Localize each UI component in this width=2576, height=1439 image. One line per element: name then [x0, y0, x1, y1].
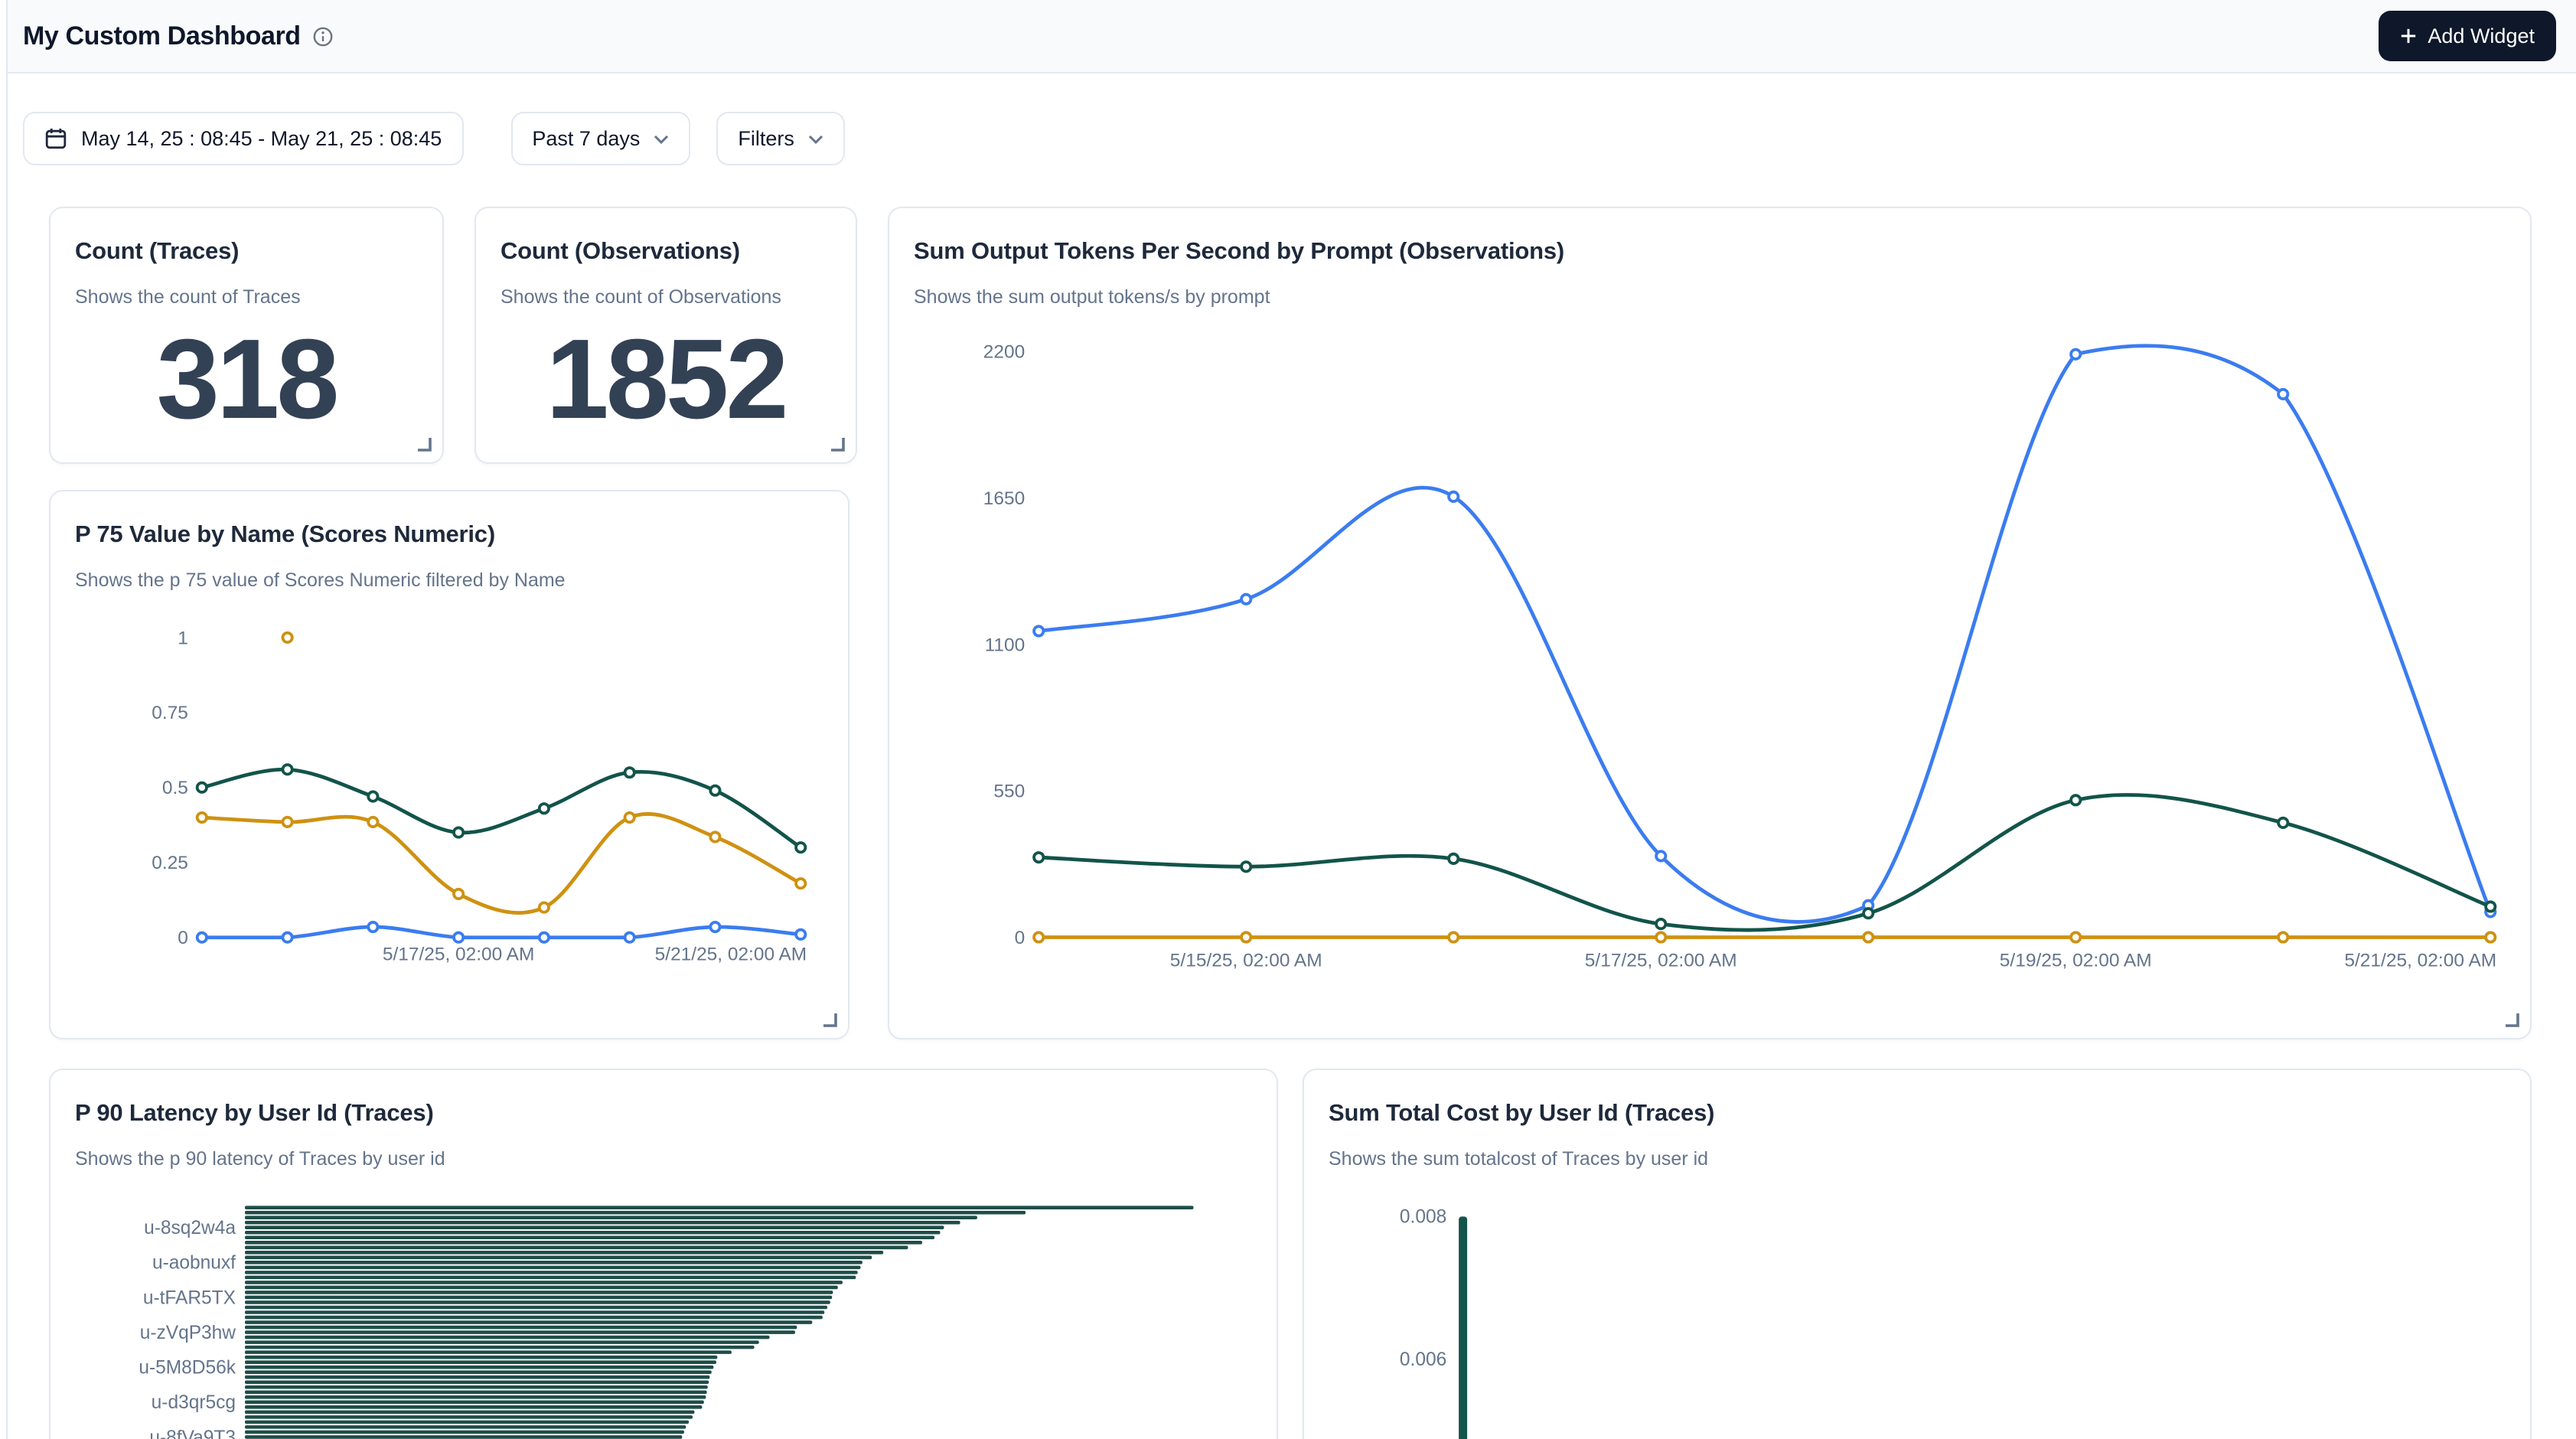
date-range-picker[interactable]: May 14, 25 : 08:45 - May 21, 25 : 08:45	[23, 112, 463, 165]
resize-handle-icon[interactable]	[822, 1012, 837, 1027]
svg-text:0.006: 0.006	[1400, 1349, 1446, 1370]
metric-value: 1852	[476, 321, 856, 438]
sidebar-edge-divider	[6, 0, 8, 1439]
widget-subtitle: Shows the p 75 value of Scores Numeric f…	[75, 569, 823, 591]
chevron-down-icon	[654, 134, 669, 143]
date-range-value: May 14, 25 : 08:45 - May 21, 25 : 08:45	[81, 127, 442, 150]
svg-text:5/21/25, 02:00 AM: 5/21/25, 02:00 AM	[655, 945, 807, 965]
widget-title: P 90 Latency by User Id (Traces)	[75, 1101, 1252, 1128]
svg-text:u-d3qr5cg: u-d3qr5cg	[152, 1392, 236, 1413]
resize-handle-icon[interactable]	[830, 436, 845, 452]
widget-subtitle: Shows the sum output tokens/s by prompt	[914, 286, 2506, 308]
dashboard-page: My Custom Dashboard Add Widget May 14, 2…	[0, 0, 2576, 1439]
widget-tokens-per-second-chart: Sum Output Tokens Per Second by Prompt (…	[888, 207, 2532, 1039]
resize-handle-icon[interactable]	[2504, 1012, 2519, 1027]
widget-title: Count (Traces)	[75, 239, 418, 266]
widget-subtitle: Shows the count of Traces	[75, 286, 418, 308]
widget-subtitle: Shows the p 90 latency of Traces by user…	[75, 1148, 1252, 1170]
svg-text:u-aobnuxf: u-aobnuxf	[152, 1253, 236, 1274]
add-widget-label: Add Widget	[2428, 24, 2535, 47]
filters-dropdown[interactable]: Filters	[716, 112, 845, 165]
date-preset-value: Past 7 days	[532, 127, 640, 150]
widget-title: Count (Observations)	[501, 239, 831, 266]
filters-label: Filters	[738, 127, 794, 150]
svg-text:u-tFAR5TX: u-tFAR5TX	[143, 1287, 236, 1308]
page-header: My Custom Dashboard Add Widget	[8, 0, 2576, 73]
svg-text:1: 1	[178, 628, 188, 648]
svg-text:5/15/25, 02:00 AM: 5/15/25, 02:00 AM	[1170, 950, 1322, 971]
svg-text:u-5M8D56k: u-5M8D56k	[139, 1358, 236, 1379]
resize-handle-icon[interactable]	[416, 436, 432, 452]
widget-subtitle: Shows the sum totalcost of Traces by use…	[1329, 1148, 2506, 1170]
svg-text:u-zVqP3hw: u-zVqP3hw	[140, 1323, 236, 1343]
plus-icon	[2400, 28, 2417, 44]
svg-text:550: 550	[993, 781, 1025, 802]
svg-text:2200: 2200	[983, 342, 1026, 363]
filters-toolbar: May 14, 25 : 08:45 - May 21, 25 : 08:45 …	[23, 112, 845, 165]
svg-text:1650: 1650	[983, 488, 1026, 509]
calendar-icon	[44, 127, 67, 150]
metric-value: 318	[51, 321, 442, 438]
widget-p90-latency-chart: P 90 Latency by User Id (Traces) Shows t…	[49, 1069, 1278, 1439]
chevron-down-icon	[808, 134, 823, 143]
widget-p75-value-chart: P 75 Value by Name (Scores Numeric) Show…	[49, 490, 849, 1039]
svg-text:0: 0	[178, 928, 188, 948]
svg-text:5/21/25, 02:00 AM: 5/21/25, 02:00 AM	[2344, 950, 2496, 971]
widget-total-cost-chart: Sum Total Cost by User Id (Traces) Shows…	[1303, 1069, 2532, 1439]
svg-text:u-8fVa9T3: u-8fVa9T3	[149, 1428, 236, 1439]
svg-text:u-8sq2w4a: u-8sq2w4a	[144, 1218, 236, 1238]
svg-text:0.75: 0.75	[152, 703, 188, 723]
info-icon[interactable]	[313, 25, 334, 47]
page-title: My Custom Dashboard	[23, 21, 301, 51]
svg-text:5/17/25, 02:00 AM: 5/17/25, 02:00 AM	[383, 945, 535, 965]
widget-title: Sum Total Cost by User Id (Traces)	[1329, 1101, 2506, 1128]
svg-text:0: 0	[1015, 928, 1026, 948]
widget-title: P 75 Value by Name (Scores Numeric)	[75, 522, 823, 550]
svg-text:0.008: 0.008	[1400, 1207, 1446, 1228]
svg-text:1100: 1100	[985, 635, 1026, 655]
add-widget-button[interactable]: Add Widget	[2379, 11, 2556, 61]
widget-count-traces: Count (Traces) Shows the count of Traces…	[49, 207, 444, 464]
date-preset-dropdown[interactable]: Past 7 days	[510, 112, 690, 165]
svg-text:0.25: 0.25	[152, 853, 188, 873]
svg-text:0.5: 0.5	[162, 778, 188, 798]
widget-subtitle: Shows the count of Observations	[501, 286, 831, 308]
widget-title: Sum Output Tokens Per Second by Prompt (…	[914, 239, 2506, 266]
svg-text:5/19/25, 02:00 AM: 5/19/25, 02:00 AM	[2000, 950, 2152, 971]
svg-text:5/17/25, 02:00 AM: 5/17/25, 02:00 AM	[1585, 950, 1737, 971]
widget-count-observations: Count (Observations) Shows the count of …	[474, 207, 857, 464]
tokens-line-chart: 0 550 1100 1650 2200 5/15/25, 02:00 AM 5/17/25…	[889, 208, 2530, 1038]
